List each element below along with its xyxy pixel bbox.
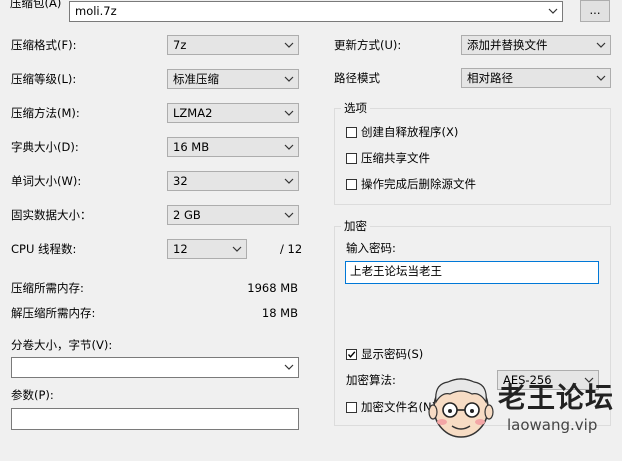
path-mode-value: 相对路径 (467, 71, 513, 85)
chevron-down-icon (596, 36, 606, 54)
checkbox-box (346, 126, 357, 138)
threads-value: 12 (173, 242, 188, 256)
dict-value: 16 MB (173, 140, 210, 154)
mascot-avatar (428, 372, 494, 442)
chevron-down-icon (548, 2, 558, 20)
params-input[interactable] (11, 408, 299, 430)
chevron-down-icon (284, 172, 294, 190)
checkbox-box (346, 152, 357, 164)
password-input[interactable]: 上老王论坛当老王 (345, 261, 599, 284)
solid-label: 固实数据大小： (11, 208, 92, 222)
split-combo[interactable] (11, 357, 299, 378)
watermark-url: laowang.vip (507, 416, 598, 434)
chevron-down-icon (284, 358, 294, 376)
checkbox-box (346, 348, 357, 360)
checkbox-box (346, 178, 357, 190)
update-value: 添加并替换文件 (467, 38, 548, 52)
word-value: 32 (173, 174, 188, 188)
chevron-down-icon (284, 36, 294, 54)
level-combo[interactable]: 标准压缩 (167, 69, 299, 89)
word-label: 单词大小(W): (11, 174, 82, 188)
mem-compress-label: 压缩所需内存: (11, 281, 84, 295)
path-mode-label: 路径模式 (334, 71, 380, 85)
encryption-group-title: 加密 (341, 218, 370, 234)
update-combo[interactable]: 添加并替换文件 (461, 35, 611, 55)
checkbox-shared[interactable]: 压缩共享文件 (346, 150, 430, 166)
level-label: 压缩等级(L): (11, 72, 77, 86)
chevron-down-icon (596, 69, 606, 87)
archive-path-value: moli.7z (75, 4, 117, 18)
format-combo[interactable]: 7z (167, 35, 299, 55)
chevron-down-icon (284, 70, 294, 88)
checkbox-sfx-label: 创建自释放程序(X) (361, 125, 459, 139)
word-combo[interactable]: 32 (167, 171, 299, 191)
threads-max: / 12 (280, 242, 303, 256)
threads-label: CPU 线程数: (11, 242, 77, 256)
checkbox-delete-after[interactable]: 操作完成后删除源文件 (346, 176, 476, 192)
archive-label: 压缩包(A) (10, 0, 62, 10)
checkbox-show-password[interactable]: 显示密码(S) (346, 346, 423, 362)
encrypt-names-label: 加密文件名(N) (361, 400, 437, 414)
split-label: 分卷大小，字节(V): (11, 338, 113, 352)
checkbox-encrypt-names[interactable]: 加密文件名(N) (346, 399, 436, 415)
checkmark-icon (347, 350, 356, 358)
method-label: 压缩方法(M): (11, 106, 80, 120)
chevron-down-icon (284, 104, 294, 122)
show-password-label: 显示密码(S) (361, 347, 424, 361)
checkbox-delete-after-label: 操作完成后删除源文件 (361, 177, 476, 191)
chevron-down-icon (232, 240, 242, 258)
options-group-title: 选项 (341, 100, 370, 116)
solid-combo[interactable]: 2 GB (167, 205, 299, 225)
chevron-down-icon (284, 138, 294, 156)
watermark-title: 老王论坛 (498, 381, 615, 414)
dict-label: 字典大小(D): (11, 140, 79, 154)
format-value: 7z (173, 38, 187, 52)
path-mode-combo[interactable]: 相对路径 (461, 68, 611, 88)
mem-compress-value: 1968 MB (247, 281, 298, 295)
browse-button[interactable]: ... (580, 0, 610, 22)
algo-label: 加密算法: (346, 373, 396, 387)
archive-path-combo[interactable]: moli.7z (69, 1, 563, 22)
method-value: LZMA2 (173, 106, 213, 120)
checkbox-box (346, 401, 357, 413)
update-label: 更新方式(U): (334, 38, 402, 52)
dict-combo[interactable]: 16 MB (167, 137, 299, 157)
mem-decompress-value: 18 MB (261, 306, 298, 320)
threads-combo[interactable]: 12 (167, 239, 247, 259)
format-label: 压缩格式(F): (11, 38, 77, 52)
solid-value: 2 GB (173, 208, 201, 222)
method-combo[interactable]: LZMA2 (167, 103, 299, 123)
mem-decompress-label: 解压缩所需内存: (11, 306, 96, 320)
level-value: 标准压缩 (173, 72, 219, 86)
checkbox-sfx[interactable]: 创建自释放程序(X) (346, 124, 458, 140)
checkbox-shared-label: 压缩共享文件 (361, 151, 430, 165)
params-label: 参数(P): (11, 388, 54, 402)
chevron-down-icon (284, 206, 294, 224)
password-label: 输入密码: (346, 241, 396, 255)
